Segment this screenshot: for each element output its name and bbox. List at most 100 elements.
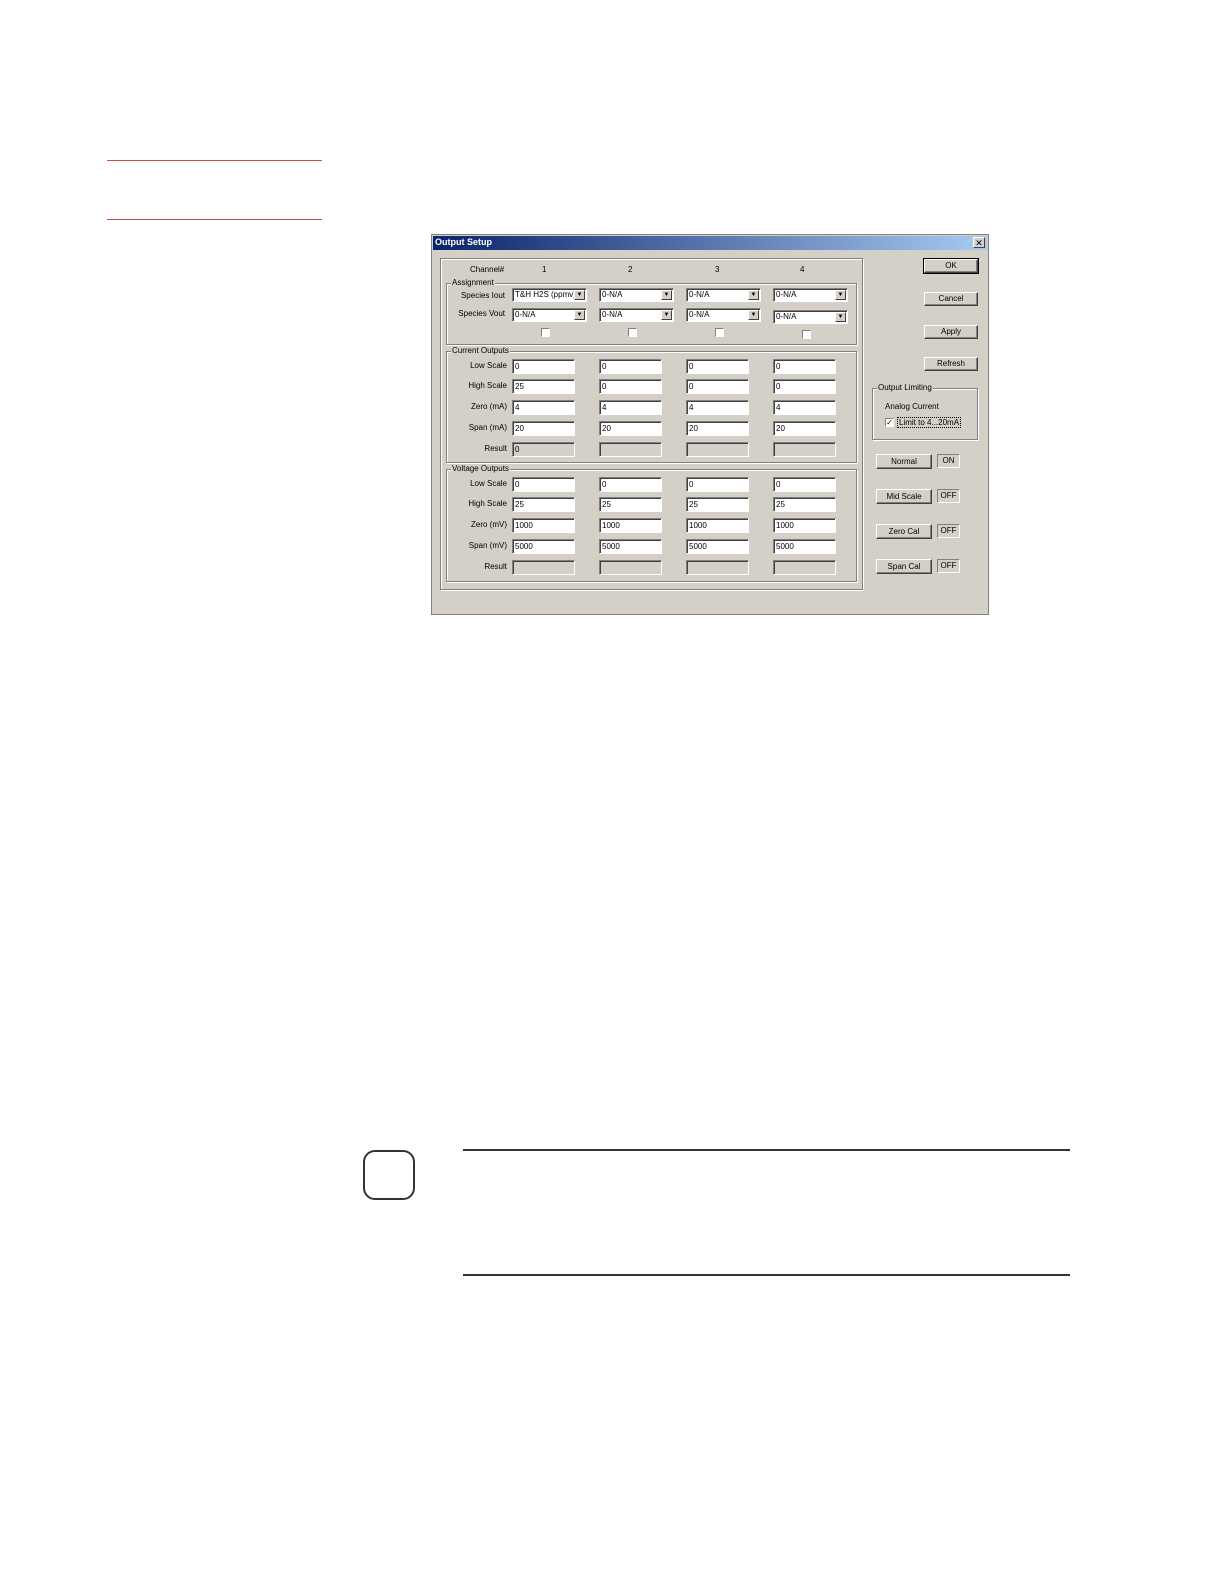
voltage-row-label: Span (mV) [468,541,507,550]
current-value-field-ch3[interactable]: 4 [686,400,749,415]
header-rule-top [107,160,322,161]
span-cal-state: OFF [937,559,960,573]
assignment-group-title: Assignment [451,278,495,287]
voltage-value-field-ch1[interactable]: 1000 [512,518,575,533]
channel-header-label: Channel# [470,265,505,274]
current-value-field-ch2[interactable]: 0 [599,359,662,374]
analog-current-label: Analog Current [885,402,939,411]
normal-mode-state: ON [937,454,960,468]
voltage-value-field-ch2[interactable]: 0 [599,477,662,492]
chevron-down-icon[interactable]: ▼ [661,290,672,300]
voltage-row-label: High Scale [468,499,507,508]
channel-3-label: 3 [715,265,720,274]
voltage-value-field-ch1[interactable]: 25 [512,497,575,512]
voltage-value-field-ch3[interactable]: 1000 [686,518,749,533]
voltage-value-field-ch3[interactable]: 25 [686,497,749,512]
chevron-down-icon[interactable]: ▼ [661,310,672,320]
current-value-field-ch1[interactable]: 0 [512,359,575,374]
mid-scale-button[interactable]: Mid Scale [876,489,932,504]
chevron-down-icon[interactable]: ▼ [748,290,759,300]
voltage-value-field-ch1[interactable]: 5000 [512,539,575,554]
cancel-button[interactable]: Cancel [924,292,978,306]
voltage-result-field-ch2 [599,560,662,575]
voltage-value-field-ch3[interactable]: 5000 [686,539,749,554]
current-value-field-ch1[interactable]: 25 [512,379,575,394]
current-result-field-ch3 [686,442,749,457]
voltage-row-label: Low Scale [470,479,507,488]
current-value-field-ch4[interactable]: 20 [773,421,836,436]
iout-select-ch2[interactable]: 0-N/A ▼ [599,288,674,302]
current-value-field-ch1[interactable]: 20 [512,421,575,436]
assign-checkbox-ch2[interactable] [628,328,637,337]
current-value-field-ch4[interactable]: 4 [773,400,836,415]
limit-label[interactable]: Limit to 4...20mA [897,417,962,428]
voltage-value-field-ch3[interactable]: 0 [686,477,749,492]
ok-button[interactable]: OK [923,258,979,274]
iout-select-ch1-value: T&H H2S (ppmv) [515,290,576,299]
chevron-down-icon[interactable]: ▼ [748,310,759,320]
assign-checkbox-ch3[interactable] [715,328,724,337]
current-row-label: Low Scale [470,361,507,370]
chevron-down-icon[interactable]: ▼ [574,310,585,320]
voltage-row-label: Result [484,562,507,571]
output-setup-dialog: Output Setup ✕ Channel# 1 2 3 4 Assignme… [431,234,989,615]
vout-select-ch2-value: 0-N/A [602,310,623,319]
normal-mode-button[interactable]: Normal [876,454,932,469]
iout-select-ch3-value: 0-N/A [689,290,710,299]
assign-checkbox-ch4[interactable] [802,330,811,339]
channel-4-label: 4 [800,265,805,274]
voltage-result-field-ch3 [686,560,749,575]
current-value-field-ch3[interactable]: 0 [686,379,749,394]
current-value-field-ch2[interactable]: 20 [599,421,662,436]
vout-select-ch3[interactable]: 0-N/A ▼ [686,308,761,322]
assign-checkbox-ch1[interactable] [541,328,550,337]
iout-select-ch3[interactable]: 0-N/A ▼ [686,288,761,302]
iout-select-ch2-value: 0-N/A [602,290,623,299]
current-value-field-ch2[interactable]: 4 [599,400,662,415]
current-value-field-ch2[interactable]: 0 [599,379,662,394]
voltage-value-field-ch4[interactable]: 25 [773,497,836,512]
refresh-button[interactable]: Refresh [924,357,978,371]
chevron-down-icon[interactable]: ▼ [835,290,846,300]
output-limiting-title: Output Limiting [877,383,933,392]
vout-select-ch1-value: 0-N/A [515,310,536,319]
vout-select-ch4[interactable]: 0-N/A ▼ [773,310,848,324]
span-cal-button[interactable]: Span Cal [876,559,932,574]
note-rule-bottom [463,1274,1070,1276]
current-value-field-ch1[interactable]: 4 [512,400,575,415]
vout-select-ch1[interactable]: 0-N/A ▼ [512,308,587,322]
voltage-value-field-ch2[interactable]: 5000 [599,539,662,554]
current-value-field-ch3[interactable]: 20 [686,421,749,436]
header-rule-bottom [107,219,322,220]
zero-cal-state: OFF [937,524,960,538]
iout-select-ch4[interactable]: 0-N/A ▼ [773,288,848,302]
vout-select-ch3-value: 0-N/A [689,310,710,319]
current-result-field-ch4 [773,442,836,457]
chevron-down-icon[interactable]: ▼ [835,312,846,322]
voltage-value-field-ch4[interactable]: 5000 [773,539,836,554]
zero-cal-button[interactable]: Zero Cal [876,524,932,539]
apply-button[interactable]: Apply [924,325,978,339]
close-icon[interactable]: ✕ [973,237,985,248]
vout-select-ch4-value: 0-N/A [776,312,797,321]
voltage-outputs-title: Voltage Outputs [451,464,510,473]
current-row-label: Zero (mA) [471,402,507,411]
current-row-label: Span (mA) [468,423,507,432]
voltage-value-field-ch2[interactable]: 1000 [599,518,662,533]
vout-select-ch2[interactable]: 0-N/A ▼ [599,308,674,322]
voltage-value-field-ch1[interactable]: 0 [512,477,575,492]
current-value-field-ch4[interactable]: 0 [773,379,836,394]
dialog-titlebar: Output Setup ✕ [433,236,987,250]
current-value-field-ch3[interactable]: 0 [686,359,749,374]
channel-1-label: 1 [542,265,547,274]
voltage-value-field-ch4[interactable]: 0 [773,477,836,492]
current-row-label: Result [484,444,507,453]
dialog-title: Output Setup [435,237,492,247]
chevron-down-icon[interactable]: ▼ [574,290,585,300]
current-value-field-ch4[interactable]: 0 [773,359,836,374]
voltage-value-field-ch4[interactable]: 1000 [773,518,836,533]
voltage-value-field-ch2[interactable]: 25 [599,497,662,512]
iout-select-ch1[interactable]: T&H H2S (ppmv) ▼ [512,288,587,302]
limit-checkbox[interactable]: ✓ [885,418,894,427]
mid-scale-state: OFF [937,489,960,503]
